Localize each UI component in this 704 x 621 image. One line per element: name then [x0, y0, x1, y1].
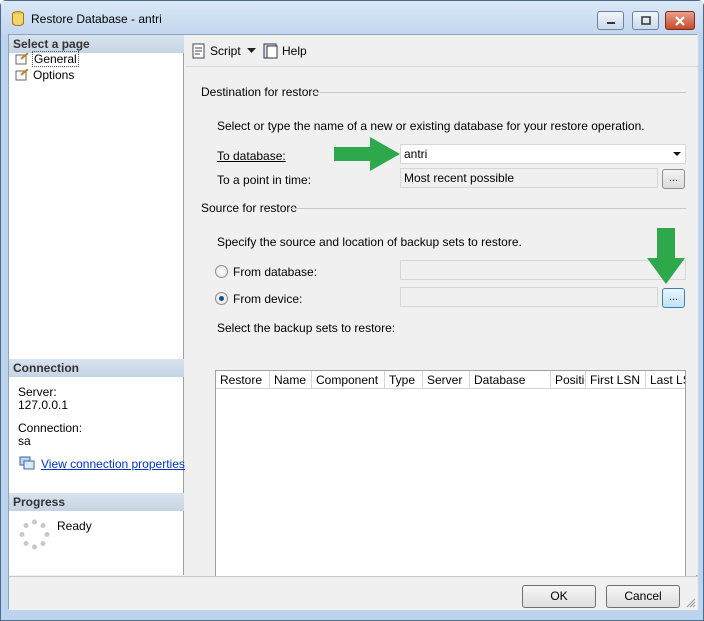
page-wrench-icon	[15, 69, 29, 81]
backup-sets-label: Select the backup sets to restore:	[217, 321, 396, 335]
radio-selected-dot	[219, 296, 224, 301]
general-page-panel: Destination for restore Select or type t…	[187, 68, 696, 595]
backup-sets-grid[interactable]: Restore Name Component Type Server Datab…	[215, 370, 686, 595]
progress-header: Progress	[9, 493, 184, 511]
progress-spinner-icon	[19, 519, 50, 550]
close-button[interactable]	[665, 11, 695, 30]
annotation-arrow-right-icon	[334, 137, 400, 171]
nav-item-options[interactable]: Options	[15, 67, 74, 83]
column-header[interactable]: Server	[423, 371, 470, 389]
annotation-arrow-down-icon	[647, 228, 685, 284]
minimize-button[interactable]	[597, 11, 624, 30]
script-label: Script	[210, 44, 241, 58]
column-header[interactable]: Database	[470, 371, 551, 389]
script-dropdown-icon[interactable]	[247, 48, 256, 54]
server-label: Server:	[18, 385, 57, 399]
right-pane: Script Help Destination for restore Sele…	[185, 35, 698, 595]
view-connection-properties-link[interactable]: View connection properties	[41, 457, 185, 471]
from-database-label: From database:	[233, 265, 318, 279]
from-device-label: From device:	[233, 292, 303, 306]
group-divider	[313, 92, 686, 93]
to-database-label: To database:	[217, 149, 286, 163]
to-database-value: antri	[404, 147, 428, 161]
progress-status: Ready	[57, 519, 92, 533]
grid-header: Restore Name Component Type Server Datab…	[216, 371, 685, 389]
restore-database-window: Restore Database - antri Select a page G…	[0, 0, 704, 621]
close-icon	[675, 15, 685, 26]
nav-item-label: Options	[33, 68, 75, 82]
nav-item-label: General	[32, 51, 79, 67]
connection-properties-icon	[19, 456, 35, 470]
ok-button[interactable]: OK	[522, 585, 596, 608]
column-header[interactable]: Component	[312, 371, 385, 389]
script-button[interactable]: Script	[191, 41, 241, 61]
destination-group-title: Destination for restore	[201, 85, 320, 99]
left-pane: Select a page General Options Connection…	[9, 35, 185, 575]
connection-header: Connection	[9, 359, 184, 377]
window-title: Restore Database - antri	[31, 12, 162, 26]
nav-item-general[interactable]: General	[15, 51, 79, 67]
toolbar: Script Help	[185, 35, 698, 67]
point-in-time-browse-button[interactable]: ...	[662, 169, 685, 189]
source-group-title: Source for restore	[201, 201, 298, 215]
column-header[interactable]: Last LS	[646, 371, 685, 389]
column-header[interactable]: Type	[385, 371, 423, 389]
connection-value: sa	[18, 434, 31, 448]
resize-grip-icon[interactable]	[686, 598, 696, 608]
dialog-client-area: Select a page General Options Connection…	[8, 34, 698, 610]
database-icon	[12, 11, 24, 26]
help-button[interactable]: Help	[263, 41, 307, 61]
connection-label: Connection:	[18, 421, 83, 435]
from-database-combo	[400, 260, 686, 280]
to-database-combo[interactable]: antri	[400, 144, 686, 164]
help-icon	[263, 43, 278, 59]
from-device-browse-button[interactable]: ...	[662, 288, 685, 308]
help-label: Help	[282, 44, 307, 58]
column-header[interactable]: Restore	[216, 371, 270, 389]
script-icon	[192, 43, 205, 59]
title-bar: Restore Database - antri	[1, 1, 703, 35]
group-divider	[291, 208, 686, 209]
from-database-radio[interactable]	[215, 265, 228, 278]
dialog-button-bar: OK Cancel	[9, 576, 698, 610]
chevron-down-icon	[673, 152, 681, 156]
from-device-radio[interactable]	[215, 292, 228, 305]
column-header[interactable]: First LSN	[586, 371, 646, 389]
maximize-button[interactable]	[632, 11, 659, 30]
maximize-icon	[640, 16, 651, 25]
source-instruction: Specify the source and location of backu…	[217, 235, 522, 249]
column-header[interactable]: Name	[270, 371, 312, 389]
destination-instruction: Select or type the name of a new or exis…	[217, 119, 645, 133]
page-wrench-icon	[15, 53, 29, 65]
server-value: 127.0.0.1	[18, 398, 69, 412]
cancel-button[interactable]: Cancel	[606, 585, 680, 608]
point-in-time-label: To a point in time:	[217, 173, 312, 187]
minimize-icon	[606, 21, 615, 24]
point-in-time-field: Most recent possible	[400, 168, 658, 188]
column-header[interactable]: Position	[551, 371, 586, 389]
from-device-field	[400, 287, 658, 307]
